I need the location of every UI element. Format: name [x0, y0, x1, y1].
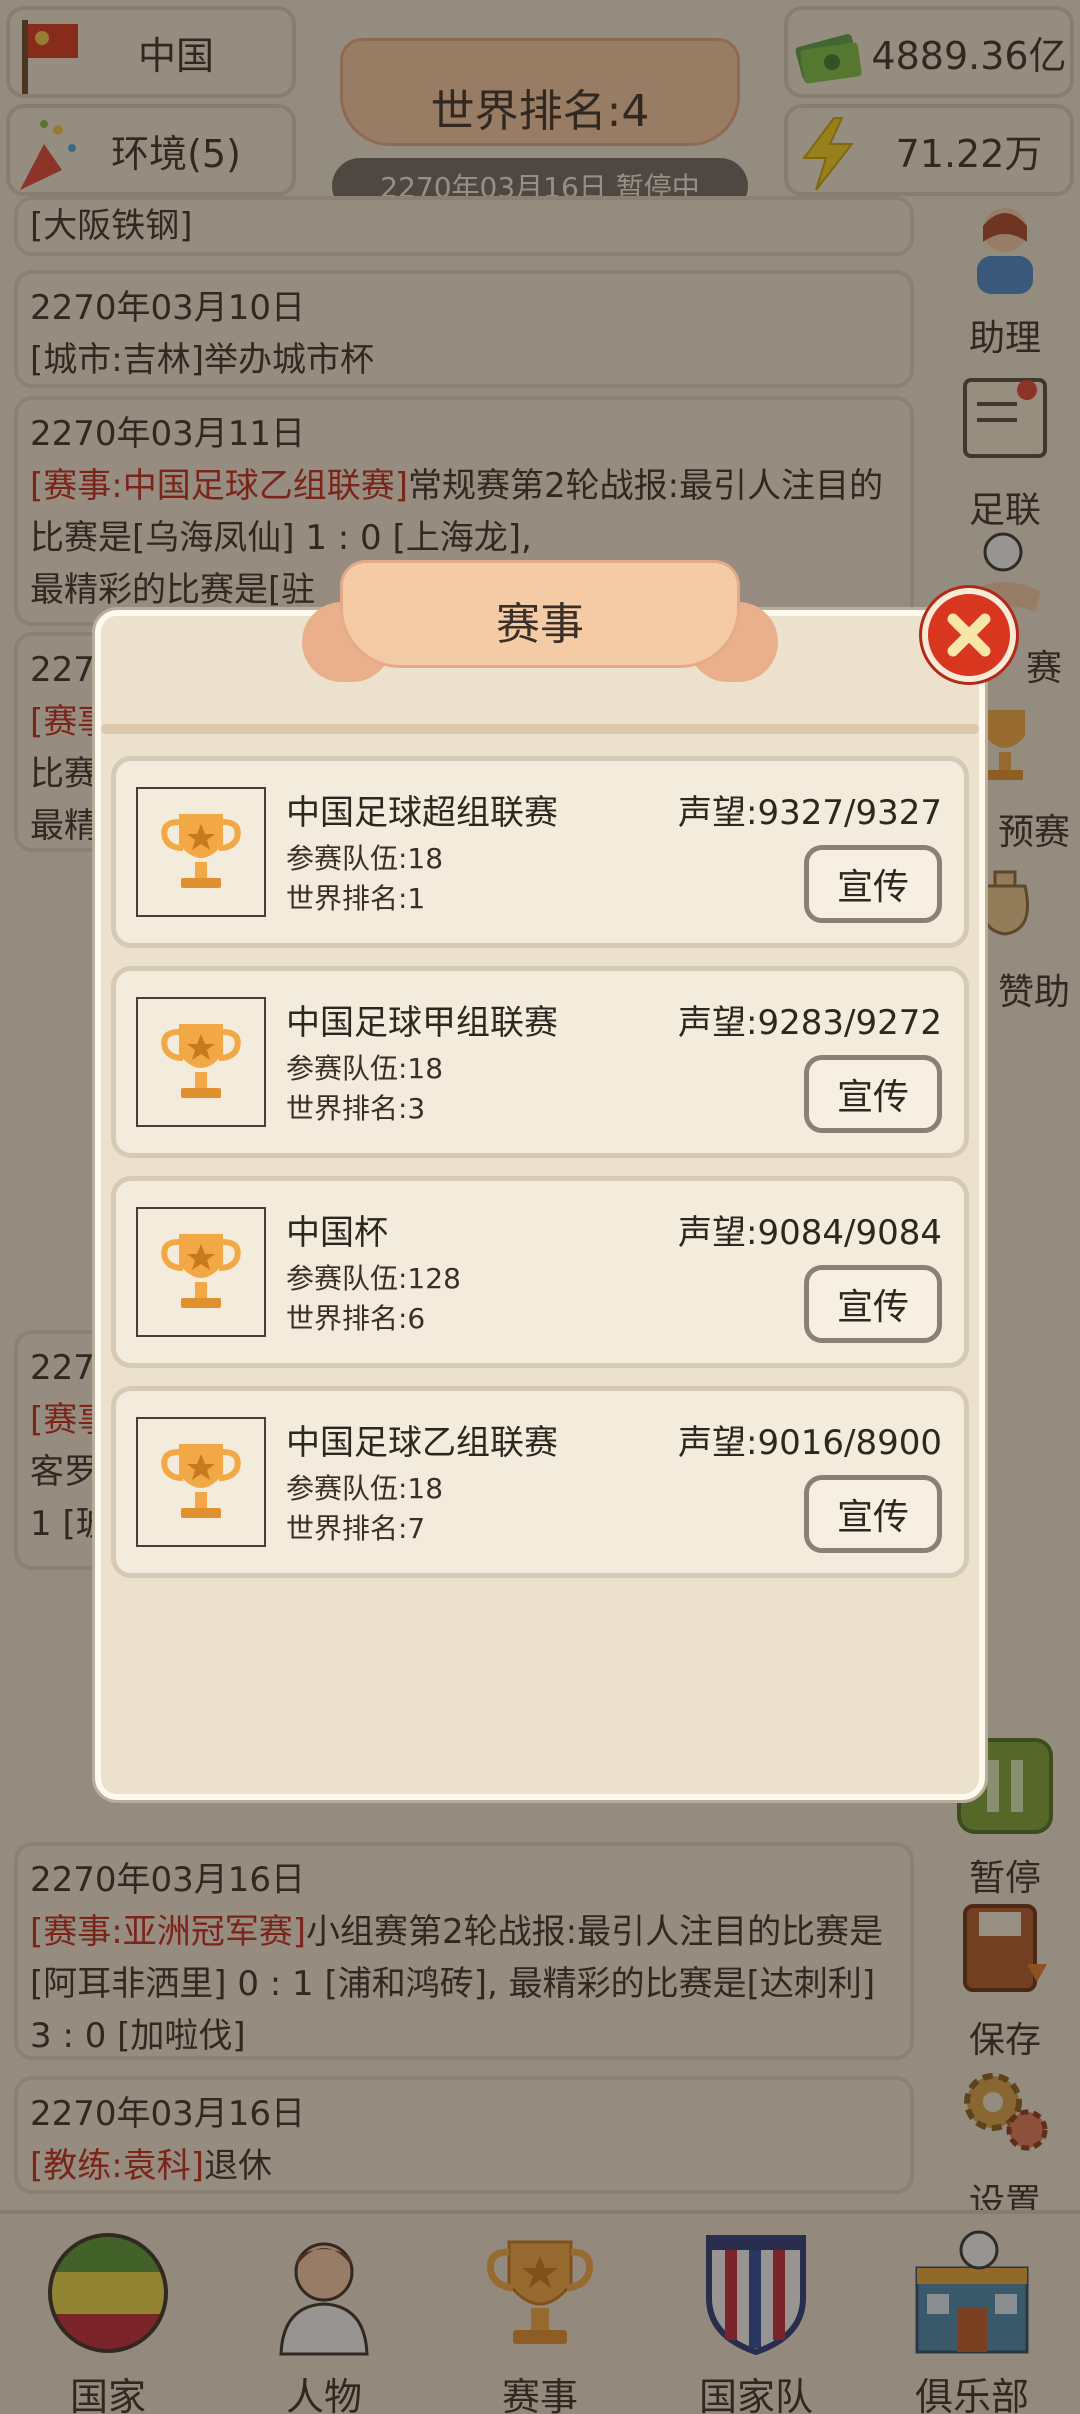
competition-fame: 声望:9016/8900	[678, 1423, 942, 1463]
trophy-icon	[136, 787, 266, 917]
competition-rank: 世界排名:6	[286, 1302, 426, 1335]
modal-title: 赛事	[496, 599, 584, 650]
competition-rank: 世界排名:1	[286, 882, 426, 915]
promote-button[interactable]: 宣传	[804, 845, 942, 923]
competition-name: 中国足球甲组联赛	[286, 1003, 558, 1043]
promote-button[interactable]: 宣传	[804, 1265, 942, 1343]
competition-rank: 世界排名:3	[286, 1092, 426, 1125]
close-icon	[947, 613, 991, 657]
competition-teams: 参赛队伍:128	[286, 1262, 461, 1295]
promote-button[interactable]: 宣传	[804, 1475, 942, 1553]
competition-card: 中国杯 参赛队伍:128 世界排名:6 声望:9084/9084 宣传	[111, 1176, 969, 1368]
competition-teams: 参赛队伍:18	[286, 1052, 444, 1085]
competition-card: 中国足球甲组联赛 参赛队伍:18 世界排名:3 声望:9283/9272 宣传	[111, 966, 969, 1158]
competition-name: 中国足球超组联赛	[286, 793, 558, 833]
competition-modal: 中国足球超组联赛 参赛队伍:18 世界排名:1 声望:9327/9327 宣传 …	[95, 610, 985, 1800]
trophy-icon	[136, 1207, 266, 1337]
modal-title-banner: 赛事	[290, 552, 790, 692]
competition-fame: 声望:9283/9272	[678, 1003, 942, 1043]
competition-fame: 声望:9084/9084	[678, 1213, 942, 1253]
trophy-icon	[136, 1417, 266, 1547]
competition-teams: 参赛队伍:18	[286, 1472, 444, 1505]
competition-card: 中国足球超组联赛 参赛队伍:18 世界排名:1 声望:9327/9327 宣传	[111, 756, 969, 948]
competition-name: 中国足球乙组联赛	[286, 1423, 558, 1463]
competition-card: 中国足球乙组联赛 参赛队伍:18 世界排名:7 声望:9016/8900 宣传	[111, 1386, 969, 1578]
promote-button[interactable]: 宣传	[804, 1055, 942, 1133]
competition-name: 中国杯	[286, 1213, 388, 1253]
competition-rank: 世界排名:7	[286, 1512, 426, 1545]
competition-fame: 声望:9327/9327	[678, 793, 942, 833]
competition-teams: 参赛队伍:18	[286, 842, 444, 875]
trophy-icon	[136, 997, 266, 1127]
close-button[interactable]	[922, 588, 1016, 682]
